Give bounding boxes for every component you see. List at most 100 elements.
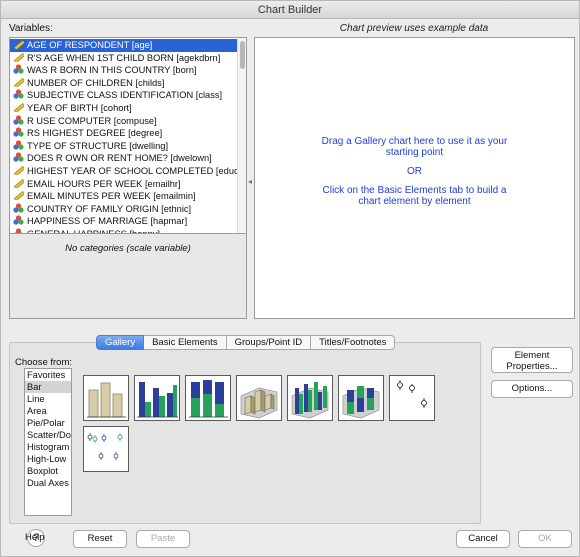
- nominal-icon: [13, 89, 24, 99]
- variables-list-items: AGE OF RESPONDENT [age] R'S AGE WHEN 1ST …: [10, 39, 241, 233]
- ruler-icon: [13, 178, 26, 189]
- tab-gallery[interactable]: Gallery: [96, 335, 145, 350]
- variable-item[interactable]: SUBJECTIVE CLASS IDENTIFICATION [class]: [10, 89, 237, 102]
- clustered-error-bar-icon: [87, 433, 123, 460]
- preview-or: OR: [407, 166, 422, 177]
- chart-type-item[interactable]: Favorites: [25, 369, 71, 381]
- element-properties-line-2: Properties...: [506, 361, 558, 372]
- variable-item[interactable]: YEAR OF BIRTH [cohort]: [10, 102, 237, 115]
- clustered-bar-icon: [137, 382, 178, 418]
- variable-item[interactable]: WAS R BORN IN THIS COUNTRY [born]: [10, 64, 237, 77]
- choose-from-label: Choose from:: [15, 357, 73, 368]
- variable-label: WAS R BORN IN THIS COUNTRY [born]: [27, 65, 197, 76]
- variable-item[interactable]: NUMBER OF CHILDREN [childs]: [10, 77, 237, 90]
- chart-type-list[interactable]: Favorites Bar Line Area Pie/Polar Scatter/Dot…: [24, 368, 72, 516]
- element-properties-line-1: Element: [514, 350, 550, 361]
- nominal-icon: [13, 152, 24, 162]
- chart-type-item[interactable]: Pie/Polar: [25, 417, 71, 429]
- nominal-icon: [13, 114, 24, 125]
- variable-item[interactable]: DOES R OWN OR RENT HOME? [dwelown]: [10, 152, 237, 165]
- help-label: Help: [25, 532, 45, 543]
- element-properties-button[interactable]: Element Properties...: [491, 347, 573, 373]
- simple-bar-icon: [87, 382, 126, 418]
- chart-type-item[interactable]: Line: [25, 393, 71, 405]
- splitter-handle-icon[interactable]: ◂: [248, 177, 252, 186]
- chart-type-item[interactable]: Area: [25, 405, 71, 417]
- clustered-3d-bar-icon: [291, 382, 329, 419]
- variable-label: R'S AGE WHEN 1ST CHILD BORN [agekdbrn]: [27, 52, 221, 63]
- thumbnail-simple-3d-bar[interactable]: [236, 375, 282, 421]
- thumbnail-clustered-error-bar[interactable]: [83, 426, 129, 472]
- ruler-icon: [13, 165, 26, 177]
- ruler-icon: [13, 102, 26, 114]
- nominal-icon: [13, 140, 24, 150]
- variable-label: DOES R OWN OR RENT HOME? [dwelown]: [27, 153, 212, 164]
- variable-label: SUBJECTIVE CLASS IDENTIFICATION [class]: [27, 90, 223, 101]
- variable-label: HAPPINESS OF MARRIAGE [hapmar]: [27, 216, 188, 227]
- variable-item[interactable]: HAPPINESS OF MARRIAGE [hapmar]: [10, 215, 237, 228]
- paste-button[interactable]: Paste: [136, 530, 190, 548]
- variable-label: RS HIGHEST DEGREE [degree]: [27, 128, 163, 139]
- tab-groups-point-id[interactable]: Groups/Point ID: [226, 335, 312, 350]
- chart-type-item[interactable]: Scatter/Dot: [25, 429, 71, 441]
- window-title: Chart Builder: [1, 1, 579, 19]
- chart-type-item[interactable]: Histogram: [25, 441, 71, 453]
- tab-basic-elements[interactable]: Basic Elements: [144, 335, 227, 350]
- variable-item[interactable]: AGE OF RESPONDENT [age]: [10, 39, 237, 52]
- variables-list[interactable]: AGE OF RESPONDENT [age] R'S AGE WHEN 1ST …: [9, 37, 247, 234]
- variable-label: NUMBER OF CHILDREN [childs]: [27, 77, 165, 88]
- preview-instruction-1: Drag a Gallery chart here to use it as y…: [321, 136, 508, 147]
- chart-type-item[interactable]: Boxplot: [25, 465, 71, 477]
- variable-label: AGE OF RESPONDENT [age]: [27, 40, 153, 50]
- thumbnail-stacked-3d-bar[interactable]: [338, 375, 384, 421]
- variable-label: R USE COMPUTER [compuse]: [27, 115, 157, 126]
- variable-label: YEAR OF BIRTH [cohort]: [27, 102, 132, 113]
- nominal-icon: [13, 127, 24, 137]
- variable-label: TYPE OF STRUCTURE [dwelling]: [27, 140, 169, 151]
- gallery-panel: [9, 342, 481, 524]
- ruler-icon: [13, 190, 26, 202]
- chart-type-item[interactable]: Bar: [25, 381, 71, 393]
- chart-builder-window: Chart Builder Variables: Chart preview u…: [0, 0, 580, 557]
- scroll-thumb[interactable]: [240, 41, 245, 69]
- variable-label: EMAIL MINUTES PER WEEK [emailmin]: [27, 191, 196, 202]
- thumbnail-clustered-3d-bar[interactable]: [287, 375, 333, 421]
- categories-label: No categories (scale variable): [65, 243, 191, 254]
- variable-item[interactable]: COUNTRY OF FAMILY ORIGIN [ethnic]: [10, 203, 237, 216]
- tab-bar: Gallery Basic Elements Groups/Point ID T…: [96, 335, 396, 350]
- variable-item[interactable]: TYPE OF STRUCTURE [dwelling]: [10, 140, 237, 153]
- variable-item[interactable]: R USE COMPUTER [compuse]: [10, 114, 237, 128]
- reset-button[interactable]: Reset: [73, 530, 127, 548]
- tab-titles-footnotes[interactable]: Titles/Footnotes: [311, 335, 396, 350]
- stacked-3d-bar-icon: [342, 386, 380, 419]
- chart-type-item[interactable]: High-Low: [25, 453, 71, 465]
- variable-item[interactable]: R'S AGE WHEN 1ST CHILD BORN [agekdbrn]: [10, 52, 237, 65]
- thumbnail-simple-error-bar[interactable]: [389, 375, 435, 421]
- variable-item[interactable]: EMAIL MINUTES PER WEEK [emailmin]: [10, 190, 237, 203]
- thumbnail-clustered-bar[interactable]: [134, 375, 180, 421]
- ok-button[interactable]: OK: [518, 530, 572, 548]
- stacked-bar-icon: [189, 380, 228, 418]
- variable-item[interactable]: EMAIL HOURS PER WEEK [emailhr]: [10, 178, 237, 191]
- options-button[interactable]: Options...: [491, 380, 573, 398]
- thumbnail-simple-bar[interactable]: [83, 375, 129, 421]
- chart-preview-canvas[interactable]: Drag a Gallery chart here to use it as y…: [254, 37, 575, 319]
- variable-label: COUNTRY OF FAMILY ORIGIN [ethnic]: [27, 203, 192, 214]
- ruler-icon: [13, 39, 26, 51]
- chart-type-item[interactable]: Dual Axes: [25, 477, 71, 489]
- preview-instruction-4: chart element by element: [358, 196, 471, 207]
- simple-3d-bar-icon: [240, 387, 278, 419]
- cancel-button[interactable]: Cancel: [456, 530, 510, 548]
- nominal-icon: [13, 203, 24, 213]
- variable-item[interactable]: HIGHEST YEAR OF SCHOOL COMPLETED [educ]: [10, 165, 241, 178]
- preview-instruction-3: Click on the Basic Elements tab to build…: [322, 185, 507, 196]
- variable-item[interactable]: RS HIGHEST DEGREE [degree]: [10, 127, 237, 140]
- ruler-icon: [13, 77, 26, 89]
- variables-scrollbar[interactable]: [237, 38, 246, 233]
- variable-label: HIGHEST YEAR OF SCHOOL COMPLETED [educ]: [27, 165, 242, 176]
- variables-label: Variables:: [9, 23, 53, 34]
- thumbnail-stacked-bar[interactable]: [185, 375, 231, 421]
- preview-label: Chart preview uses example data: [339, 23, 489, 34]
- preview-instruction-2: starting point: [385, 147, 444, 158]
- simple-error-bar-icon: [397, 380, 427, 408]
